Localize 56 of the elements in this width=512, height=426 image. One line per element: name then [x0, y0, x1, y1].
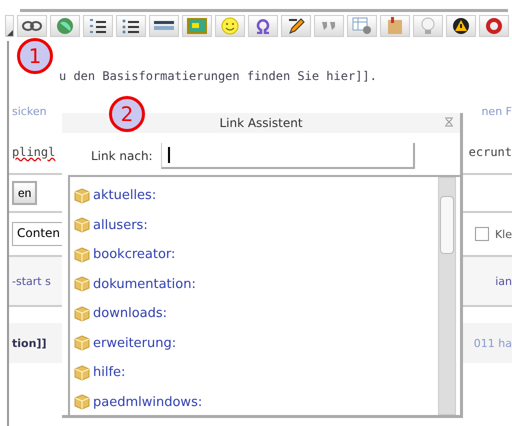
scrollbar[interactable]: [438, 177, 456, 415]
footer-text: tion]]: [12, 336, 46, 350]
checkbox[interactable]: [474, 227, 489, 241]
namespace-item[interactable]: allusers:: [70, 210, 438, 240]
box-icon: [74, 246, 90, 263]
smiley-icon: [221, 17, 239, 35]
checkbox-label: Kle: [494, 228, 512, 240]
form-button[interactable]: en: [12, 181, 38, 205]
editor-text: sicken: [12, 104, 47, 118]
footer-text: 011 ha: [474, 336, 512, 350]
bullet-list-icon: [122, 18, 140, 34]
close-icon[interactable]: [444, 117, 454, 127]
dialog-title: Link Assistent: [219, 116, 303, 130]
toolbar-button[interactable]: [116, 15, 146, 37]
table-gear-icon: [352, 17, 372, 35]
namespace-item[interactable]: downloads:: [70, 299, 438, 328]
numbered-marker: 2: [109, 96, 145, 132]
horizontal-rule-icon: [154, 21, 174, 31]
toolbar-button[interactable]: [5, 15, 14, 37]
box-icon: [74, 188, 90, 204]
namespace-item[interactable]: erweiterung:: [70, 328, 438, 358]
numbered-marker: 1: [17, 38, 53, 74]
editor-text: u den Basisformatierungen finden Sie hier]].: [59, 69, 377, 83]
box-icon: [74, 276, 90, 292]
namespace-item[interactable]: dokumentation:: [70, 270, 438, 299]
toolbar-button[interactable]: [281, 15, 311, 37]
link-input[interactable]: [160, 143, 415, 169]
caret-icon: [7, 30, 13, 36]
editor-text: ecrunt: [468, 145, 512, 159]
misspelled-word: plingl: [12, 145, 56, 159]
chain-icon: [22, 20, 42, 32]
namespace-item[interactable]: hilfe:: [70, 358, 438, 388]
namespace-item[interactable]: paedmlwindows:: [70, 388, 438, 417]
namespace-item[interactable]: bookcreator:: [70, 240, 438, 270]
omega-icon: [254, 18, 272, 34]
toolbar-button[interactable]: [446, 15, 476, 37]
warning-icon: [452, 17, 470, 35]
link-text[interactable]: ian: [495, 274, 512, 288]
numbered-list-icon: [89, 18, 107, 34]
toolbar-button[interactable]: [17, 15, 47, 37]
picture-frame-icon: [187, 18, 207, 34]
notepad-icon: [387, 17, 403, 35]
toolbar-button[interactable]: [149, 15, 179, 37]
field-label: Link nach:: [91, 149, 153, 163]
box-icon: [74, 335, 90, 352]
box-icon: [74, 364, 90, 381]
link-text[interactable]: -start s: [12, 274, 51, 288]
editor-text: nen F: [481, 104, 512, 118]
box-icon: [74, 394, 90, 410]
toolbar-button[interactable]: [83, 15, 113, 37]
box-icon: [74, 306, 90, 322]
quote-icon: [321, 21, 337, 31]
namespace-item[interactable]: aktuelles:: [70, 181, 438, 210]
box-icon: [74, 217, 90, 234]
light-bulb-icon: [421, 17, 435, 35]
pen-icon: [287, 17, 305, 35]
